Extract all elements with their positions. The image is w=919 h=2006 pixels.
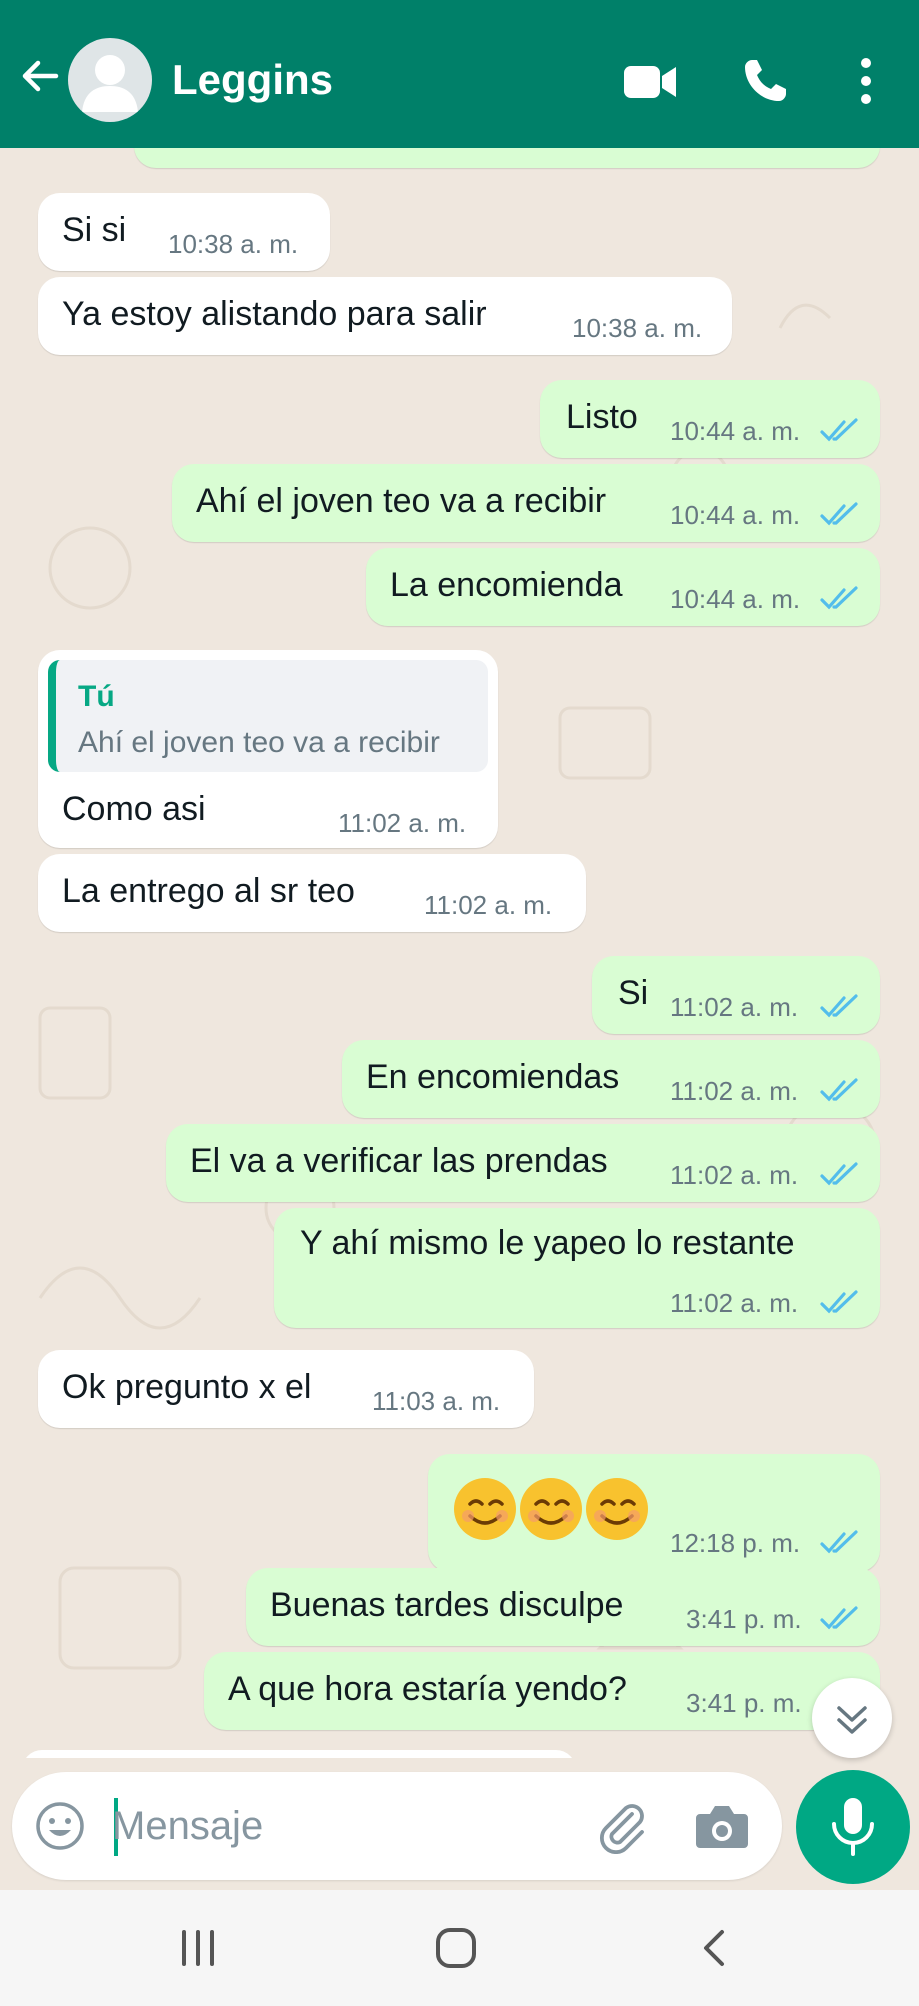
message-time: 3:41 p. m. [686, 1604, 802, 1634]
camera-icon[interactable] [694, 1800, 750, 1852]
read-receipt-icon [820, 1530, 858, 1554]
message-bubble-incoming[interactable]: Ya estoy alistando para salir 10:38 a. m… [38, 277, 732, 355]
quoted-message[interactable]: Tú Ahí el joven teo va a recibir [48, 660, 488, 772]
message-bubble-outgoing[interactable]: A que hora estaría yendo? 3:41 p. m. [204, 1652, 880, 1730]
back-icon[interactable] [696, 1924, 732, 1972]
read-receipt-icon [820, 1290, 858, 1314]
emoji-icon[interactable] [34, 1800, 86, 1852]
message-time: 10:44 a. m. [670, 584, 801, 614]
read-receipt-icon [820, 1078, 858, 1102]
read-receipt-icon [820, 418, 858, 442]
message-bubble-outgoing[interactable]: El va a verificar las prendas 11:02 a. m… [166, 1124, 880, 1202]
mic-icon [832, 1798, 874, 1856]
message-text: En encomiendas [366, 1058, 620, 1096]
default-avatar-icon [82, 55, 138, 112]
attach-icon[interactable] [594, 1798, 650, 1854]
message-text: Buenas tardes disculpe [270, 1586, 624, 1624]
message-bubble-outgoing[interactable]: Y ahí mismo le yapeo lo restante 11:02 a… [274, 1208, 880, 1328]
quoted-text: Ahí el joven teo va a recibir [78, 726, 440, 759]
message-bubble-outgoing-emoji[interactable]: 12:18 p. m. [428, 1454, 880, 1572]
read-receipt-icon [820, 994, 858, 1018]
video-call-icon[interactable] [622, 60, 678, 104]
message-time: 10:38 a. m. [168, 229, 299, 259]
message-time: 11:02 a. m. [424, 890, 553, 920]
home-icon[interactable] [432, 1924, 480, 1972]
chat-header: Leggins [0, 0, 919, 148]
message-time: 11:02 a. m. [670, 1288, 799, 1318]
message-bubble-outgoing[interactable]: Ahí el joven teo va a recibir 10:44 a. m… [172, 464, 880, 542]
message-time: 11:03 a. m. [372, 1386, 501, 1416]
message-input[interactable] [112, 1796, 572, 1856]
message-time: 11:02 a. m. [670, 992, 799, 1022]
contact-name[interactable]: Leggins [172, 56, 333, 104]
quoted-author: Tú [78, 680, 115, 713]
system-navigation-bar [0, 1890, 919, 2006]
message-time: 11:02 a. m. [670, 1076, 799, 1106]
message-bubble-incoming-reply[interactable]: Tú Ahí el joven teo va a recibir Como as… [38, 650, 498, 848]
message-bubble-partial[interactable] [134, 148, 880, 168]
read-receipt-icon [820, 1162, 858, 1186]
message-bubble-incoming[interactable]: Ok pregunto x el 11:03 a. m. [38, 1350, 534, 1428]
phone-icon[interactable] [740, 56, 790, 106]
message-bubble-incoming[interactable]: La entrego al sr teo 11:02 a. m. [38, 854, 586, 932]
emoji-row [452, 1474, 652, 1544]
back-arrow-icon[interactable] [16, 52, 64, 100]
message-bubble-outgoing[interactable]: Listo 10:44 a. m. [540, 380, 880, 458]
message-time: 11:02 a. m. [338, 808, 467, 838]
smiling-face-emoji-icon [454, 1478, 648, 1540]
more-options-icon[interactable] [858, 56, 874, 106]
read-receipt-icon [820, 502, 858, 526]
message-text: A que hora estaría yendo? [228, 1670, 627, 1708]
scroll-to-bottom-button[interactable] [812, 1678, 892, 1758]
read-receipt-icon [820, 586, 858, 610]
message-bubble-outgoing[interactable]: Buenas tardes disculpe 3:41 p. m. [246, 1568, 880, 1646]
message-text: Como asi [62, 790, 206, 828]
recent-apps-icon[interactable] [178, 1926, 218, 1970]
avatar[interactable] [68, 38, 152, 122]
message-time: 11:02 a. m. [670, 1160, 799, 1190]
message-bubble-partial[interactable] [22, 1750, 576, 1758]
message-time: 12:18 p. m. [670, 1528, 801, 1558]
message-text: El va a verificar las prendas [190, 1142, 608, 1180]
voice-message-button[interactable] [796, 1770, 910, 1884]
message-time: 10:38 a. m. [572, 313, 703, 343]
message-time: 3:41 p. m. [686, 1688, 802, 1718]
double-chevron-down-icon [837, 1706, 867, 1734]
message-composer [12, 1772, 782, 1880]
message-text: Si [618, 974, 649, 1012]
message-text: Listo [566, 398, 638, 436]
message-text: La encomienda [390, 566, 623, 604]
message-bubble-outgoing[interactable]: La encomienda 10:44 a. m. [366, 548, 880, 626]
read-receipt-icon [820, 1606, 858, 1630]
message-bubble-outgoing[interactable]: Si 11:02 a. m. [592, 956, 880, 1034]
message-text: Ok pregunto x el [62, 1368, 312, 1406]
message-time: 10:44 a. m. [670, 416, 801, 446]
message-bubble-incoming[interactable]: Si si 10:38 a. m. [38, 193, 330, 271]
message-time: 10:44 a. m. [670, 500, 801, 530]
message-text: La entrego al sr teo [62, 872, 355, 910]
message-text: Ahí el joven teo va a recibir [196, 482, 607, 520]
chat-area[interactable]: Si si 10:38 a. m. Ya estoy alistando par… [0, 148, 919, 1758]
message-text: Y ahí mismo le yapeo lo restante [300, 1224, 795, 1262]
message-bubble-outgoing[interactable]: En encomiendas 11:02 a. m. [342, 1040, 880, 1118]
message-text: Ya estoy alistando para salir [62, 295, 487, 333]
message-text: Si si [62, 211, 127, 249]
